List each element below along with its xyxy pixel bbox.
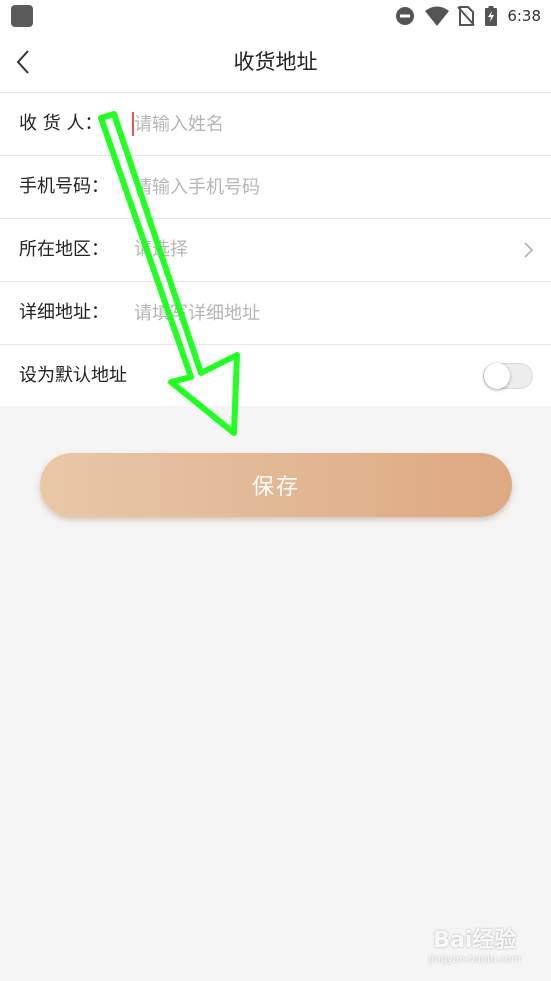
wifi-icon	[425, 6, 450, 26]
toggle-knob	[484, 363, 510, 389]
page-title: 收货地址	[233, 50, 318, 74]
phone-number-input[interactable]	[134, 156, 494, 218]
receiver-label: 收 货 人：	[19, 113, 103, 134]
do-not-disturb-icon	[396, 7, 415, 25]
no-sim-icon	[457, 6, 476, 26]
status-icons: 6:38	[395, 4, 541, 28]
region-row[interactable]: 所在地区： 请选择	[0, 219, 551, 282]
default-address-toggle[interactable]	[483, 363, 533, 389]
address-form: 收 货 人： 手机号码： 所在地区： 请选择 详细地址： 设为默认地址	[0, 93, 551, 406]
watermark-brand: Bai经验	[433, 928, 517, 953]
region-label: 所在地区：	[19, 239, 109, 260]
region-select-placeholder[interactable]: 请选择	[134, 219, 188, 281]
baidu-watermark: Bai经验 jingyan.baidu.com	[429, 922, 521, 965]
chevron-right-icon	[524, 242, 534, 258]
status-bar: 6:38	[0, 0, 551, 32]
default-address-row: 设为默认地址	[0, 345, 551, 406]
battery-charging-icon	[485, 6, 498, 26]
detail-label: 详细地址：	[19, 302, 109, 323]
receiver-name-input[interactable]	[134, 93, 494, 155]
default-address-label: 设为默认地址	[19, 365, 127, 386]
nav-bar: 收货地址	[0, 32, 551, 93]
detail-row: 详细地址：	[0, 282, 551, 345]
watermark-domain: jingyan.baidu.com	[428, 954, 521, 965]
status-time: 6:38	[507, 7, 541, 25]
phone-label: 手机号码：	[19, 176, 109, 197]
app-icon	[11, 5, 33, 27]
save-button[interactable]: 保存	[40, 453, 512, 517]
detail-address-input[interactable]	[134, 282, 494, 344]
phone-row: 手机号码：	[0, 156, 551, 219]
receiver-row: 收 货 人：	[0, 93, 551, 156]
